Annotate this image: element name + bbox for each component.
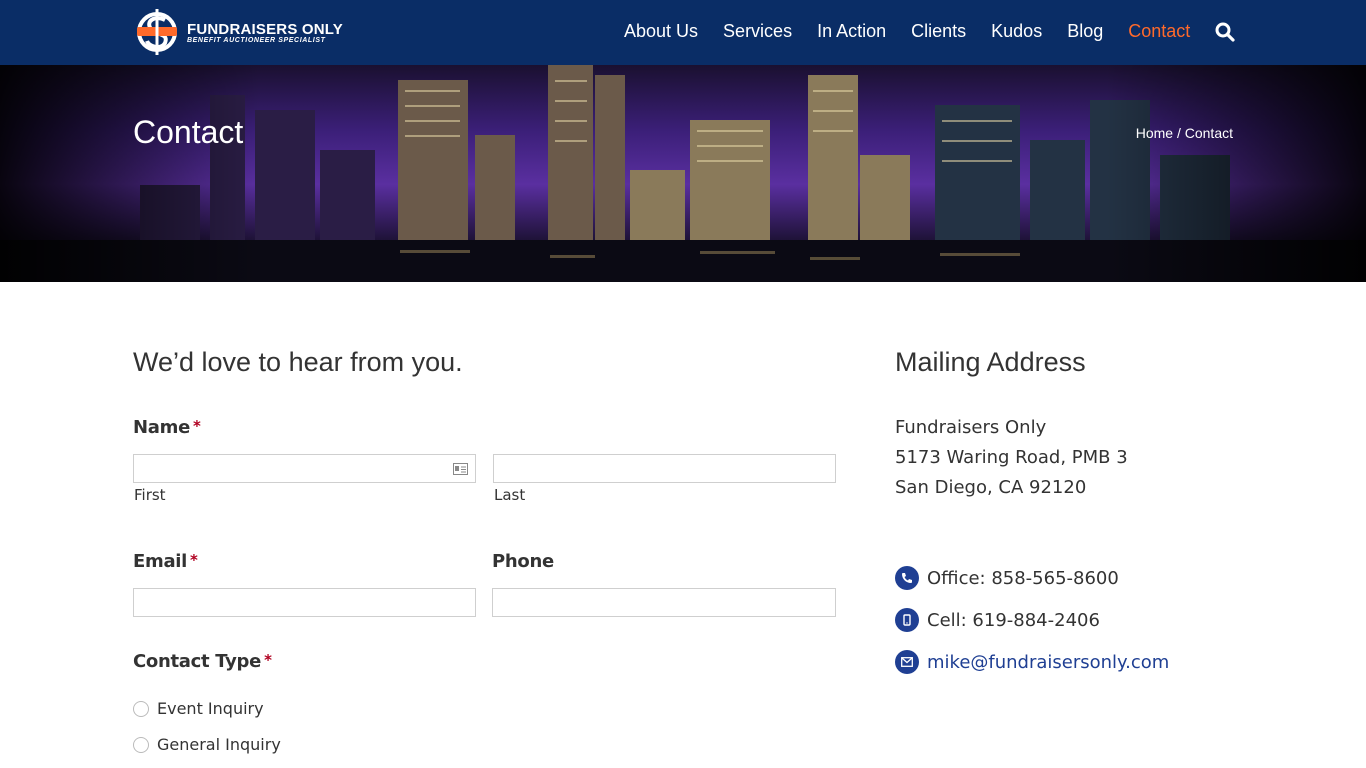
radio-event-inquiry[interactable]: Event Inquiry — [133, 699, 264, 718]
name-label: Name * — [133, 417, 201, 438]
hero-banner: Contact Home / Contact — [0, 65, 1366, 282]
nav-services[interactable]: Services — [723, 21, 792, 42]
main-nav: About Us Services In Action Clients Kudo… — [624, 21, 1215, 42]
site-logo[interactable]: FUNDRAISERS ONLY BENEFIT AUCTIONEER SPEC… — [135, 7, 345, 57]
page-title: Contact — [133, 114, 244, 150]
office-phone[interactable]: Office: 858-565-8600 — [895, 566, 1119, 590]
email-link[interactable]: mike@fundraisersonly.com — [927, 652, 1169, 673]
logo-dollar-icon — [137, 9, 177, 55]
nav-kudos[interactable]: Kudos — [991, 21, 1042, 42]
logo-subtext: BENEFIT AUCTIONEER SPECIALIST — [187, 37, 326, 44]
cell-phone-text: Cell: 619-884-2406 — [927, 609, 1100, 631]
radio-label: General Inquiry — [157, 735, 281, 754]
required-mark: * — [192, 417, 201, 435]
email-contact[interactable]: mike@fundraisersonly.com — [895, 650, 1169, 674]
first-name-input[interactable] — [133, 454, 476, 483]
radio-label: Event Inquiry — [157, 699, 264, 718]
office-phone-text: Office: 858-565-8600 — [927, 567, 1119, 589]
radio-general-inquiry[interactable]: General Inquiry — [133, 735, 281, 754]
nav-about-us[interactable]: About Us — [624, 21, 698, 42]
required-mark: * — [190, 551, 198, 569]
radio-button[interactable] — [133, 736, 149, 753]
required-mark: * — [264, 651, 272, 669]
phone-label: Phone — [492, 551, 554, 572]
form-heading: We’d love to hear from you. — [133, 347, 463, 377]
site-header: FUNDRAISERS ONLY BENEFIT AUCTIONEER SPEC… — [0, 0, 1366, 65]
address-line: 5173 Waring Road, PMB 3 — [895, 447, 1128, 468]
contact-type-label: Contact Type * — [133, 651, 272, 672]
phone-icon — [895, 566, 919, 590]
breadcrumb[interactable]: Home / Contact — [1136, 125, 1233, 141]
logo-text: FUNDRAISERS ONLY — [187, 21, 343, 38]
email-label: Email * — [133, 551, 198, 572]
last-name-input[interactable] — [493, 454, 836, 483]
nav-blog[interactable]: Blog — [1067, 21, 1103, 42]
search-icon[interactable] — [1215, 22, 1235, 42]
last-sublabel: Last — [494, 486, 526, 504]
nav-in-action[interactable]: In Action — [817, 21, 886, 42]
cell-phone[interactable]: Cell: 619-884-2406 — [895, 608, 1100, 632]
mobile-icon — [895, 608, 919, 632]
first-sublabel: First — [134, 486, 166, 504]
envelope-icon — [895, 650, 919, 674]
address-line: San Diego, CA 92120 — [895, 477, 1087, 498]
mailing-address-heading: Mailing Address — [895, 347, 1086, 377]
nav-clients[interactable]: Clients — [911, 21, 966, 42]
nav-contact[interactable]: Contact — [1128, 21, 1190, 42]
contact-card-icon — [453, 463, 468, 475]
radio-button[interactable] — [133, 700, 149, 717]
email-input[interactable] — [133, 588, 476, 617]
phone-input[interactable] — [492, 588, 836, 617]
address-line: Fundraisers Only — [895, 417, 1047, 438]
